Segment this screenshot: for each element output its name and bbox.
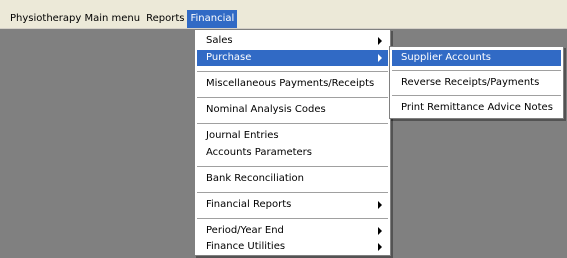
menu-item-label: Accounts Parameters xyxy=(206,147,313,158)
menu-item-financial-reports[interactable]: Financial Reports xyxy=(197,197,388,213)
menu-separator xyxy=(392,95,561,96)
menu-item-label: Finance Utilities xyxy=(206,241,286,252)
submenu-arrow-icon xyxy=(378,227,382,235)
menu-item-label: Miscellaneous Payments/Receipts xyxy=(206,78,375,89)
menubar-items: Physiotherapy Main menu Reports Financia… xyxy=(7,10,238,28)
submenu-arrow-icon xyxy=(378,54,382,62)
menu-separator xyxy=(197,166,388,167)
menu-item-label: Nominal Analysis Codes xyxy=(206,104,326,115)
menu-item-supplier-accounts[interactable]: Supplier Accounts xyxy=(392,50,561,66)
submenu-arrow-icon xyxy=(378,201,382,209)
menu-item-accounts-parameters[interactable]: Accounts Parameters xyxy=(197,145,388,161)
menu-financial[interactable]: Financial xyxy=(187,10,238,28)
menu-item-period-year-end[interactable]: Period/Year End xyxy=(197,223,388,239)
menu-item-bank-reconciliation[interactable]: Bank Reconciliation xyxy=(197,171,388,187)
submenu-arrow-icon xyxy=(378,37,382,45)
financial-dropdown: Sales Purchase Miscellaneous Payments/Re… xyxy=(194,29,391,256)
menu-item-label: Journal Entries xyxy=(206,130,279,141)
menu-item-nominal-codes[interactable]: Nominal Analysis Codes xyxy=(197,102,388,118)
menu-item-sales[interactable]: Sales xyxy=(197,33,388,49)
menu-reports[interactable]: Reports xyxy=(143,10,187,28)
menu-item-remittance-notes[interactable]: Print Remittance Advice Notes xyxy=(392,100,561,116)
menu-physiotherapy-main[interactable]: Physiotherapy Main menu xyxy=(7,10,143,28)
menu-separator xyxy=(392,70,561,71)
menu-separator xyxy=(197,192,388,193)
purchase-submenu: Supplier Accounts Reverse Receipts/Payme… xyxy=(389,46,564,119)
menu-separator xyxy=(197,123,388,124)
menu-item-reverse-receipts[interactable]: Reverse Receipts/Payments xyxy=(392,75,561,91)
menu-item-label: Sales xyxy=(206,35,233,46)
menu-separator xyxy=(197,218,388,219)
menu-separator xyxy=(197,97,388,98)
menu-item-label: Print Remittance Advice Notes xyxy=(401,102,553,113)
submenu-arrow-icon xyxy=(378,243,382,251)
menu-item-label: Reverse Receipts/Payments xyxy=(401,77,540,88)
menu-item-finance-utilities[interactable]: Finance Utilities xyxy=(197,239,388,255)
menu-item-misc-payments[interactable]: Miscellaneous Payments/Receipts xyxy=(197,76,388,92)
menu-item-purchase[interactable]: Purchase xyxy=(197,50,388,66)
menu-item-label: Bank Reconciliation xyxy=(206,173,305,184)
menu-item-label: Purchase xyxy=(206,52,252,63)
menu-item-label: Supplier Accounts xyxy=(401,52,491,63)
menubar: Physiotherapy Main menu Reports Financia… xyxy=(0,0,567,29)
menu-separator xyxy=(197,71,388,72)
menu-item-journal-entries[interactable]: Journal Entries xyxy=(197,128,388,144)
menu-item-label: Period/Year End xyxy=(206,225,284,236)
menu-item-label: Financial Reports xyxy=(206,199,292,210)
